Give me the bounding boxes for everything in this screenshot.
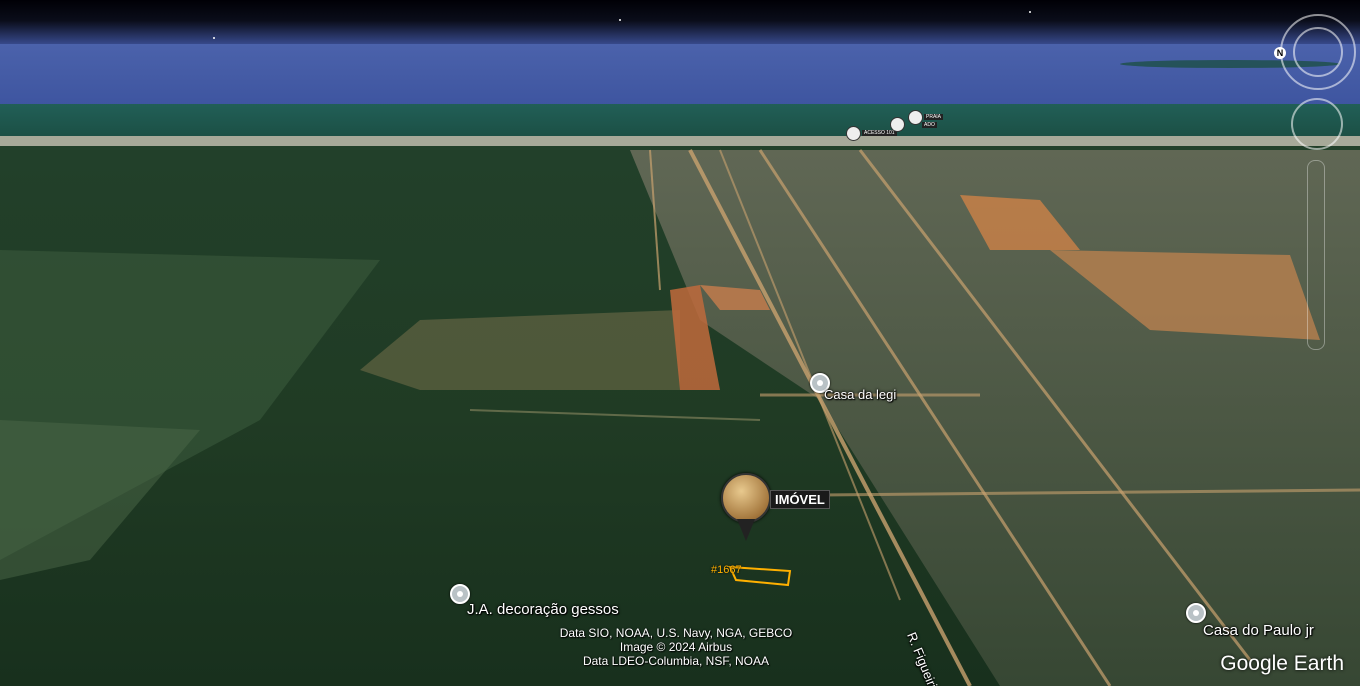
move-joystick[interactable] [1291, 98, 1343, 150]
poi-label-casa-do-paulo[interactable]: Casa do Paulo jr [1203, 622, 1314, 639]
property-marker-icon[interactable] [721, 473, 771, 541]
satellite-terrain [0, 0, 1360, 686]
map-viewport[interactable]: ACESSO 101 PRAIA ADO Casa da legi J.A. d… [0, 0, 1360, 686]
north-indicator-icon[interactable]: N [1274, 47, 1286, 59]
credit-line: Data SIO, NOAA, U.S. Navy, NGA, GEBCO [559, 626, 793, 640]
poi-label-casa-da-legi[interactable]: Casa da legi [824, 387, 896, 402]
zoom-slider[interactable] [1307, 160, 1325, 350]
beach-marker-icon[interactable] [908, 110, 923, 125]
poi-pin-icon[interactable] [1186, 603, 1206, 623]
credit-line: Data LDEO-Columbia, NSF, NOAA [582, 654, 770, 668]
look-joystick[interactable] [1293, 27, 1343, 77]
google-earth-logo: Google Earth [1220, 652, 1344, 675]
marker-label-ado: ADO [922, 122, 937, 128]
parcel-id-label: #1667 [711, 564, 742, 576]
shopping-cart-marker-icon[interactable] [890, 117, 905, 132]
imagery-credits: Data SIO, NOAA, U.S. Navy, NGA, GEBCO Im… [551, 626, 801, 668]
credit-line: Image © 2024 Airbus [619, 640, 733, 654]
coastal-marker-label: ACESSO 101 [862, 130, 897, 136]
coastal-marker-icon[interactable] [846, 126, 861, 141]
poi-label-ja-decoracao[interactable]: J.A. decoração gessos [467, 601, 619, 618]
property-label[interactable]: IMÓVEL [770, 490, 830, 509]
beach-marker-label: PRAIA [924, 114, 944, 120]
